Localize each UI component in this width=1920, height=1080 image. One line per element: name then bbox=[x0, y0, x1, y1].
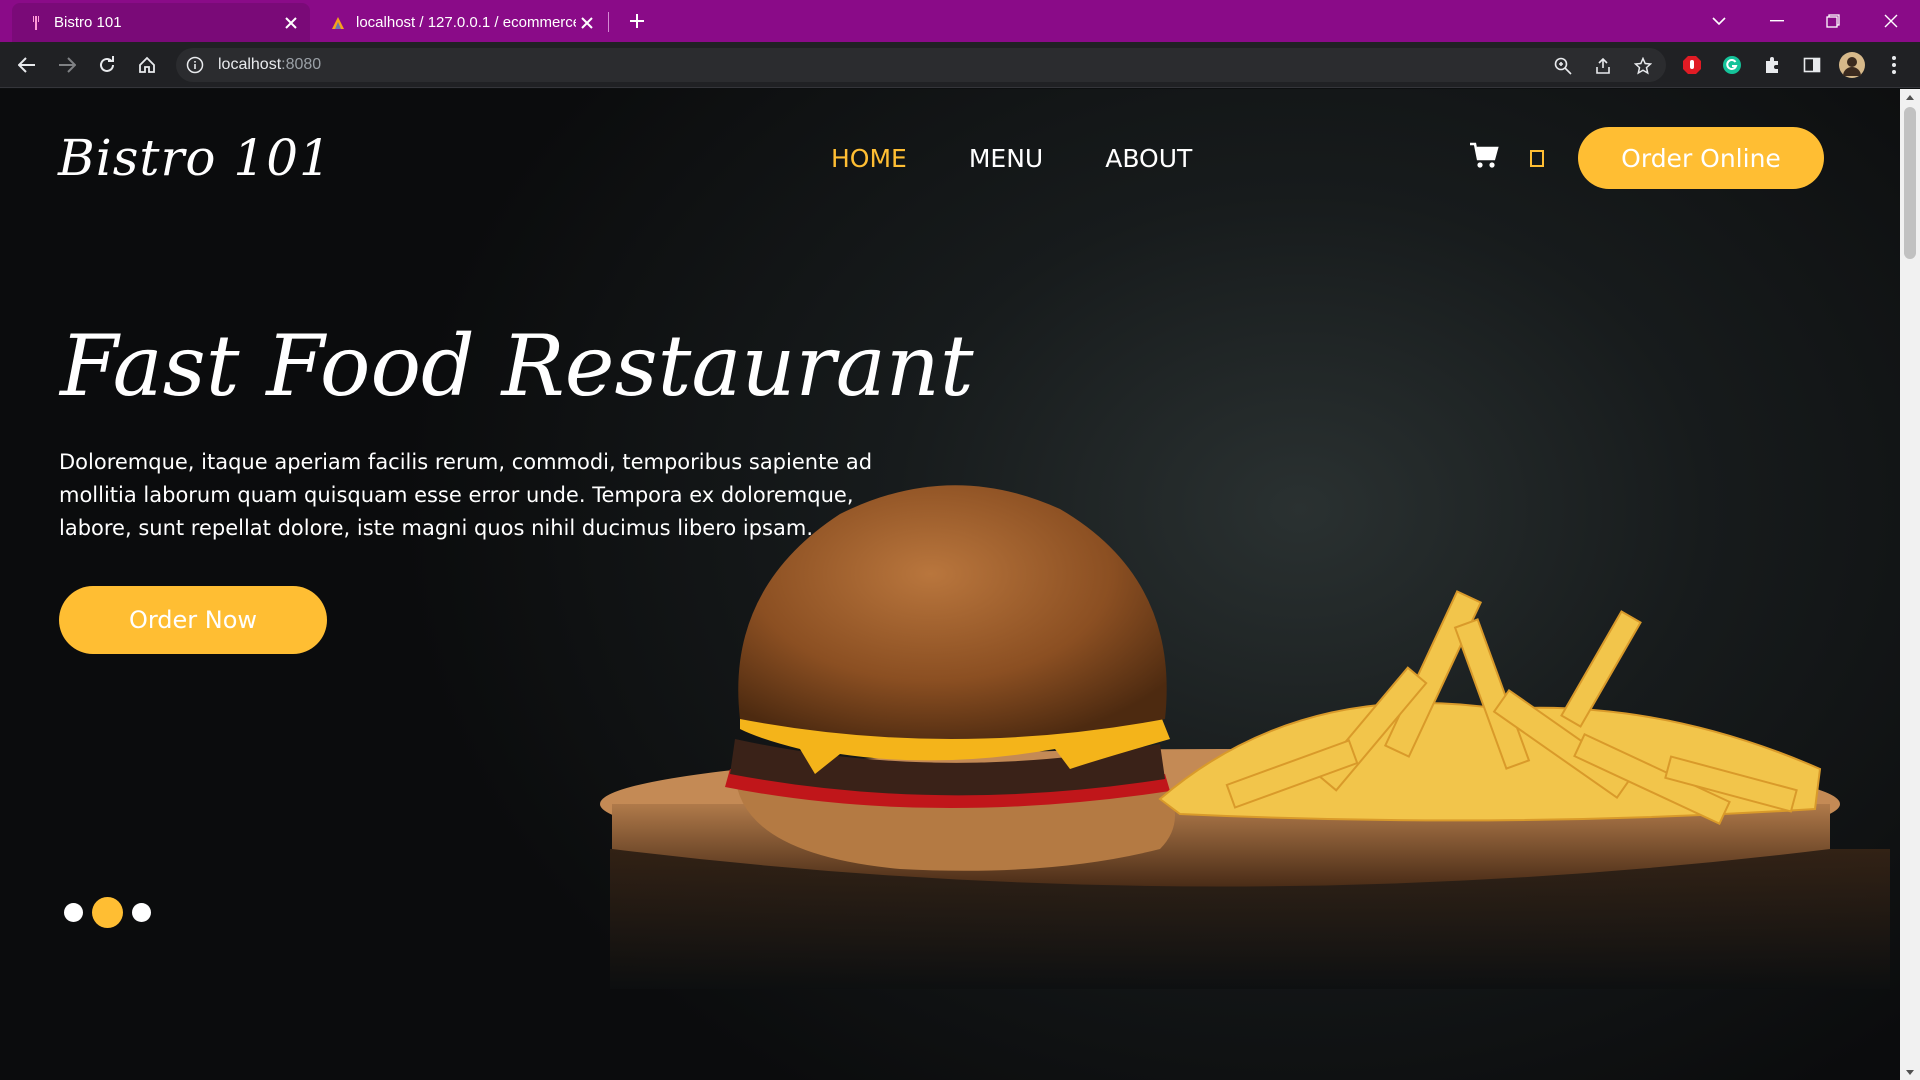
scroll-down-arrow-icon[interactable] bbox=[1900, 1064, 1920, 1080]
site-info-icon[interactable] bbox=[186, 56, 204, 78]
burger-fries-image bbox=[600, 485, 1890, 989]
url-text: localhost:8080 bbox=[218, 56, 321, 74]
bookmark-star-icon[interactable] bbox=[1632, 55, 1654, 77]
grammarly-extension-icon[interactable] bbox=[1718, 51, 1746, 79]
reload-icon[interactable] bbox=[93, 51, 121, 79]
close-tab-icon[interactable] bbox=[576, 12, 598, 34]
hero-title: Fast Food Restaurant bbox=[60, 317, 974, 415]
tab-bistro[interactable]: Bistro 101 bbox=[12, 3, 310, 42]
user-icon[interactable] bbox=[1530, 150, 1544, 167]
close-tab-icon[interactable] bbox=[280, 12, 302, 34]
side-panel-icon[interactable] bbox=[1798, 51, 1826, 79]
phpmyadmin-favicon-icon bbox=[332, 16, 344, 29]
home-icon[interactable] bbox=[133, 51, 161, 79]
tab-title: Bistro 101 bbox=[54, 14, 122, 31]
main-nav: HOME MENU ABOUT bbox=[831, 144, 1254, 173]
back-arrow-icon[interactable] bbox=[13, 51, 41, 79]
carousel-dot[interactable] bbox=[64, 903, 83, 922]
tab-phpmyadmin[interactable]: localhost / 127.0.0.1 / ecommerce bbox=[314, 3, 606, 42]
window-close-icon[interactable] bbox=[1876, 6, 1906, 36]
nav-home[interactable]: HOME bbox=[831, 144, 907, 173]
order-online-button[interactable]: Order Online bbox=[1578, 127, 1824, 189]
cart-icon[interactable] bbox=[1468, 139, 1500, 171]
nav-about[interactable]: ABOUT bbox=[1105, 144, 1192, 173]
menu-kebab-icon[interactable] bbox=[1880, 51, 1908, 79]
url-host: localhost bbox=[218, 56, 282, 73]
carousel-dot-active[interactable] bbox=[92, 897, 123, 928]
share-icon[interactable] bbox=[1592, 55, 1614, 77]
tab-separator bbox=[608, 12, 609, 32]
order-now-button[interactable]: Order Now bbox=[59, 586, 327, 654]
restore-icon[interactable] bbox=[1818, 6, 1848, 36]
site-logo[interactable]: Bistro 101 bbox=[58, 129, 332, 187]
zoom-icon[interactable] bbox=[1552, 55, 1574, 77]
scroll-up-arrow-icon[interactable] bbox=[1900, 89, 1920, 105]
tab-search-chevron-icon[interactable] bbox=[1704, 6, 1734, 36]
nav-menu[interactable]: MENU bbox=[969, 144, 1043, 173]
forward-arrow-icon[interactable] bbox=[53, 51, 81, 79]
carousel-dot[interactable] bbox=[132, 903, 151, 922]
tab-title: localhost / 127.0.0.1 / ecommerce bbox=[356, 14, 576, 31]
minimize-icon[interactable] bbox=[1762, 6, 1792, 36]
scrollbar-thumb[interactable] bbox=[1904, 107, 1916, 259]
page-viewport: Bistro 101 HOME MENU ABOUT Order Online … bbox=[0, 89, 1900, 1080]
profile-avatar-icon[interactable] bbox=[1838, 51, 1866, 79]
url-port: :8080 bbox=[281, 56, 322, 73]
browser-tabbar: Bistro 101 localhost / 127.0.0.1 / ecomm… bbox=[0, 0, 1920, 42]
page-scrollbar[interactable] bbox=[1900, 89, 1920, 1080]
adblock-extension-icon[interactable] bbox=[1678, 51, 1706, 79]
new-tab-plus-icon[interactable] bbox=[624, 8, 650, 34]
carousel-indicators bbox=[64, 897, 160, 928]
browser-toolbar: localhost:8080 bbox=[0, 42, 1920, 88]
address-bar[interactable]: localhost:8080 bbox=[176, 48, 1666, 82]
extensions-puzzle-icon[interactable] bbox=[1758, 51, 1786, 79]
fork-favicon-icon bbox=[33, 15, 39, 30]
